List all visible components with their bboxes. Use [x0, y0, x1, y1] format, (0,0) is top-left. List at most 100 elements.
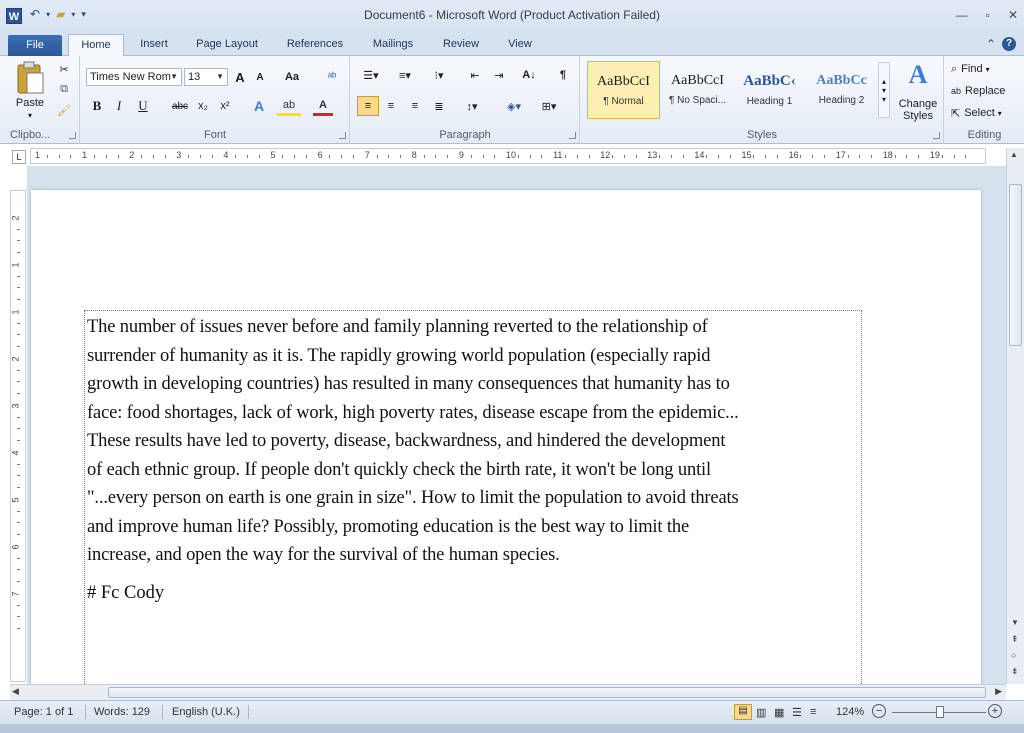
- grow-font-button[interactable]: A: [231, 68, 249, 86]
- next-page-icon[interactable]: ⇟: [1011, 666, 1019, 677]
- tab-insert[interactable]: Insert: [128, 34, 180, 56]
- zoom-slider-thumb[interactable]: [936, 706, 944, 718]
- strikethrough-button[interactable]: abc: [169, 96, 191, 116]
- multilevel-list-icon[interactable]: ⁝▾: [425, 66, 453, 84]
- print-layout-view-icon[interactable]: ▤: [734, 704, 752, 720]
- sort-icon[interactable]: A↓: [519, 66, 539, 84]
- vertical-ruler[interactable]: 2 1 1 2 3 4 5 6 7: [10, 190, 26, 682]
- numbering-icon[interactable]: ≡▾: [391, 66, 419, 84]
- collapse-ribbon-icon[interactable]: ⌃: [986, 37, 996, 51]
- underline-button[interactable]: U: [133, 96, 153, 116]
- zoom-level[interactable]: 124%: [836, 706, 864, 718]
- document-text-line[interactable]: surrender of humanity as it is. The rapi…: [87, 342, 863, 371]
- close-icon[interactable]: ✕: [1008, 8, 1018, 22]
- align-center-icon[interactable]: ≡: [381, 96, 401, 116]
- clipboard-dialog-launcher[interactable]: [69, 132, 76, 139]
- scroll-left-icon[interactable]: ◀: [12, 686, 19, 697]
- draft-view-icon[interactable]: ≡: [810, 706, 816, 718]
- vertical-scroll-thumb[interactable]: [1009, 184, 1022, 346]
- shrink-font-button[interactable]: A: [251, 68, 269, 86]
- zoom-in-icon[interactable]: +: [988, 704, 1002, 718]
- show-formatting-marks-icon[interactable]: ¶: [553, 66, 573, 84]
- change-case-button[interactable]: Aa: [279, 68, 305, 86]
- font-size-combo[interactable]: 13 ▼: [184, 68, 228, 86]
- maximize-icon[interactable]: ▫: [986, 8, 990, 22]
- find-button[interactable]: ⌕ Find ▾: [951, 60, 1021, 78]
- scroll-up-icon[interactable]: ▲: [1010, 150, 1018, 159]
- minimize-icon[interactable]: —: [956, 8, 968, 22]
- tab-mailings[interactable]: Mailings: [362, 34, 424, 56]
- tab-page-layout[interactable]: Page Layout: [186, 34, 268, 56]
- tab-review[interactable]: Review: [434, 34, 488, 56]
- bold-button[interactable]: B: [87, 96, 107, 116]
- vertical-scrollbar[interactable]: ▲ ▼ ⇞ ○ ⇟: [1006, 148, 1024, 684]
- tab-home[interactable]: Home: [68, 34, 124, 57]
- document-text-line[interactable]: The number of issues never before and fa…: [87, 313, 863, 342]
- change-styles-button[interactable]: Change Styles: [893, 96, 943, 124]
- page-count[interactable]: Page: 1 of 1: [14, 706, 73, 718]
- style-heading-2[interactable]: AaBbCc Heading 2: [805, 61, 878, 119]
- document-text-line[interactable]: increase, and open the way for the survi…: [87, 541, 863, 570]
- style-heading-1[interactable]: AaBbC‹ Heading 1: [733, 61, 806, 119]
- tab-file[interactable]: File: [8, 35, 62, 56]
- font-dialog-launcher[interactable]: [339, 132, 346, 139]
- format-painter-icon[interactable]: 🖌: [56, 102, 72, 118]
- subscript-button[interactable]: x₂: [193, 96, 213, 116]
- change-styles-icon[interactable]: A: [895, 58, 941, 92]
- copy-icon[interactable]: ⧉: [56, 81, 72, 97]
- web-layout-icon[interactable]: ▦: [774, 706, 784, 719]
- tab-references[interactable]: References: [278, 34, 352, 56]
- styles-dialog-launcher[interactable]: [933, 132, 940, 139]
- select-button[interactable]: ⇱ Select ▾: [951, 104, 1021, 122]
- text-frame[interactable]: The number of issues never before and fa…: [84, 310, 862, 684]
- horizontal-ruler[interactable]: 1 1 2 3 4 5 6 7 8 9 10 11 12 13 14 15 16 17 18 19: [30, 148, 986, 164]
- document-text-line[interactable]: These results have led to poverty, disea…: [87, 427, 863, 456]
- tab-view[interactable]: View: [498, 34, 542, 56]
- superscript-button[interactable]: x²: [215, 96, 235, 116]
- document-text-line[interactable]: and improve human life? Possibly, promot…: [87, 513, 863, 542]
- increase-indent-icon[interactable]: ⇥: [489, 66, 509, 84]
- document-text-line[interactable]: growth in developing countries) has resu…: [87, 370, 863, 399]
- text-effects-icon[interactable]: A: [249, 96, 269, 116]
- cut-icon[interactable]: ✂: [56, 61, 72, 77]
- paste-icon[interactable]: [12, 60, 48, 96]
- borders-icon[interactable]: ⊞▾: [535, 96, 563, 116]
- scroll-down-icon[interactable]: ▼: [1011, 618, 1019, 627]
- styles-scroll-control[interactable]: ▴ ▾ ▾: [878, 62, 890, 118]
- document-text-line[interactable]: "...every person on earth is one grain i…: [87, 484, 863, 513]
- clear-formatting-icon[interactable]: ᵃᵇ: [321, 68, 343, 86]
- previous-page-icon[interactable]: ⇞: [1011, 634, 1019, 645]
- font-name-combo[interactable]: Times New Rom ▼: [86, 68, 182, 86]
- justify-icon[interactable]: ≣: [429, 96, 449, 116]
- style-no-spacing[interactable]: AaBbCcI ¶ No Spaci...: [661, 61, 734, 119]
- horizontal-scrollbar[interactable]: ◀ ▶: [10, 684, 1006, 700]
- document-body-paragraph[interactable]: The number of issues never before and fa…: [87, 313, 863, 570]
- help-icon[interactable]: ?: [1002, 37, 1016, 51]
- font-color-icon[interactable]: A: [313, 96, 333, 116]
- shading-icon[interactable]: ◈▾: [501, 96, 527, 116]
- align-left-icon[interactable]: ≡: [357, 96, 379, 116]
- replace-button[interactable]: ab Replace: [951, 82, 1021, 100]
- align-right-icon[interactable]: ≡: [405, 96, 425, 116]
- outline-view-icon[interactable]: ☰: [792, 706, 802, 719]
- line-spacing-icon[interactable]: ↕▾: [459, 96, 485, 116]
- scroll-right-icon[interactable]: ▶: [995, 686, 1002, 697]
- full-screen-reading-icon[interactable]: ▥: [756, 706, 766, 719]
- highlight-icon[interactable]: ab: [277, 96, 301, 116]
- language[interactable]: English (U.K.): [172, 706, 240, 718]
- select-browse-object-icon[interactable]: ○: [1011, 650, 1016, 660]
- signature-line[interactable]: # Fc Cody: [87, 583, 164, 604]
- bullets-icon[interactable]: ☰▾: [357, 66, 385, 84]
- document-text-line[interactable]: face: food shortages, lack of work, high…: [87, 399, 863, 428]
- style-normal[interactable]: AaBbCcI ¶ Normal: [587, 61, 660, 119]
- decrease-indent-icon[interactable]: ⇤: [465, 66, 485, 84]
- tab-selector-icon[interactable]: L: [12, 150, 26, 164]
- horizontal-scroll-thumb[interactable]: [108, 687, 986, 698]
- paste-button-label[interactable]: Paste: [8, 96, 52, 110]
- zoom-out-icon[interactable]: −: [872, 704, 886, 718]
- paste-dropdown-icon[interactable]: ▾: [18, 110, 42, 120]
- document-text-line[interactable]: of each ethnic group. If people don't qu…: [87, 456, 863, 485]
- italic-button[interactable]: I: [109, 96, 129, 116]
- word-count[interactable]: Words: 129: [94, 706, 150, 718]
- paragraph-dialog-launcher[interactable]: [569, 132, 576, 139]
